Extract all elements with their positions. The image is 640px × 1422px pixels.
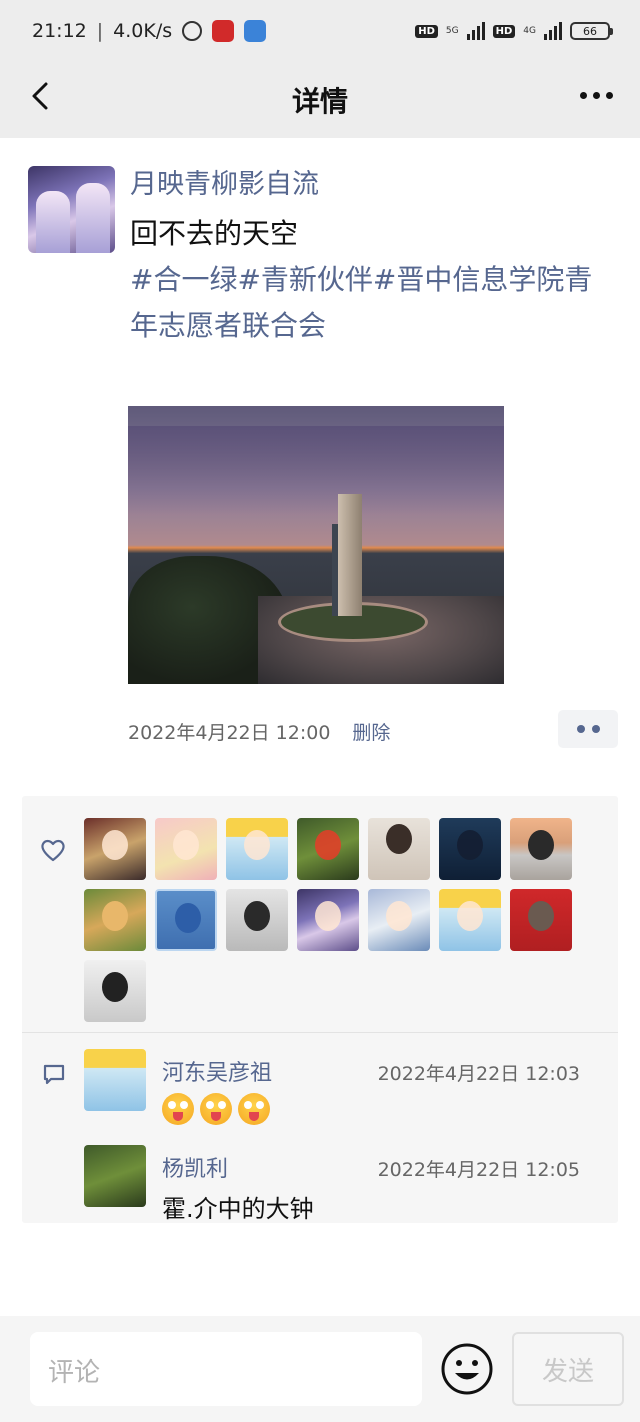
- commenter-avatar[interactable]: [84, 1145, 146, 1207]
- status-time: 21:12: [32, 20, 87, 42]
- smiley-icon[interactable]: [440, 1342, 494, 1396]
- comment-input-bar: 评论 发送: [0, 1316, 640, 1422]
- liker-avatar-grid: [84, 818, 584, 1022]
- post-meta: 2022年4月22日 12:00 删除: [128, 718, 390, 745]
- author-avatar[interactable]: [28, 166, 115, 253]
- hd-badge-2: HD: [492, 24, 516, 38]
- app-notification-icon-2: [244, 20, 267, 42]
- tongue-emoji-icon: [200, 1093, 232, 1125]
- signal-strength-icon-2: [544, 22, 562, 40]
- comment-bubble-icon: [43, 1064, 65, 1085]
- liker-avatar[interactable]: [297, 889, 359, 951]
- comment-time: 2022年4月22日 12:03: [377, 1063, 580, 1085]
- page-title: 详情: [291, 85, 348, 118]
- tongue-emoji-icon: [238, 1093, 270, 1125]
- commenter-avatar[interactable]: [84, 1049, 146, 1111]
- app-notification-icon: [212, 20, 235, 42]
- battery-icon: 66: [570, 22, 613, 40]
- comment-input[interactable]: 评论: [30, 1332, 422, 1406]
- send-button[interactable]: 发送: [512, 1332, 624, 1406]
- comment-text: 霍.介中的大钟: [162, 1195, 314, 1223]
- liker-avatar[interactable]: [226, 818, 288, 880]
- tongue-emoji-icon: [162, 1093, 194, 1125]
- interaction-panel: 河东吴彦祖 2022年4月22日 12:03 杨凯利 2022年4月22日 12…: [22, 796, 618, 1223]
- comment-item[interactable]: 河东吴彦祖 2022年4月22日 12:03: [84, 1049, 604, 1129]
- author-name[interactable]: 月映青柳影自流: [130, 167, 618, 203]
- hd-badge-1: HD: [415, 24, 438, 38]
- liker-avatar[interactable]: [510, 889, 572, 951]
- sim1-network-label: 5G: [445, 25, 459, 36]
- commenter-name[interactable]: 河东吴彦祖: [162, 1055, 272, 1087]
- signal-strength-icon: [466, 22, 485, 40]
- post-time: 2022年4月22日 12:00: [128, 722, 331, 744]
- chevron-left-icon: [32, 82, 48, 110]
- status-bar: 21:12 | 4.0K/s HD 5G HD 4G 66: [0, 0, 640, 62]
- menu-dots-icon: [576, 725, 585, 733]
- liker-avatar[interactable]: [439, 889, 501, 951]
- heart-icon: [41, 839, 65, 862]
- sim2-network-label: 4G: [523, 25, 536, 36]
- liker-avatar[interactable]: [439, 818, 501, 880]
- nav-bar: 详情: [0, 62, 640, 138]
- commenter-name[interactable]: 杨凯利: [162, 1151, 228, 1183]
- liker-avatar[interactable]: [84, 818, 146, 880]
- alarm-icon: [182, 21, 203, 41]
- comment-item[interactable]: 杨凯利 2022年4月22日 12:05 霍.介中的大钟: [84, 1145, 604, 1223]
- back-button[interactable]: [24, 76, 64, 116]
- network-speed: 4.0K/s: [113, 20, 173, 42]
- liker-avatar[interactable]: [368, 818, 430, 880]
- more-dots-icon: [579, 91, 587, 99]
- delete-link[interactable]: 删除: [352, 718, 390, 745]
- likes-section: [22, 796, 618, 1033]
- comment-time: 2022年4月22日 12:05: [377, 1159, 580, 1181]
- liker-avatar[interactable]: [84, 960, 146, 1022]
- post-body: 月映青柳影自流 回不去的天空 #合一绿#青新伙伴#晋中信息学院青年志愿者联合会: [130, 166, 618, 349]
- more-button[interactable]: [574, 80, 618, 110]
- liker-avatar[interactable]: [510, 818, 572, 880]
- liker-avatar[interactable]: [155, 818, 217, 880]
- liker-avatar[interactable]: [155, 889, 217, 951]
- liker-avatar[interactable]: [226, 889, 288, 951]
- liker-avatar[interactable]: [84, 889, 146, 951]
- clock-tower: [338, 494, 362, 616]
- comments-section: 河东吴彦祖 2022年4月22日 12:03 杨凯利 2022年4月22日 12…: [22, 1033, 618, 1223]
- like-comment-menu-button[interactable]: [558, 710, 618, 748]
- post-tags[interactable]: #合一绿#青新伙伴#晋中信息学院青年志愿者联合会: [130, 257, 618, 349]
- comment-text: [162, 1093, 276, 1125]
- liker-avatar[interactable]: [297, 818, 359, 880]
- post-content: 回不去的天空: [130, 217, 299, 250]
- liker-avatar[interactable]: [368, 889, 430, 951]
- post-photo[interactable]: [128, 406, 504, 684]
